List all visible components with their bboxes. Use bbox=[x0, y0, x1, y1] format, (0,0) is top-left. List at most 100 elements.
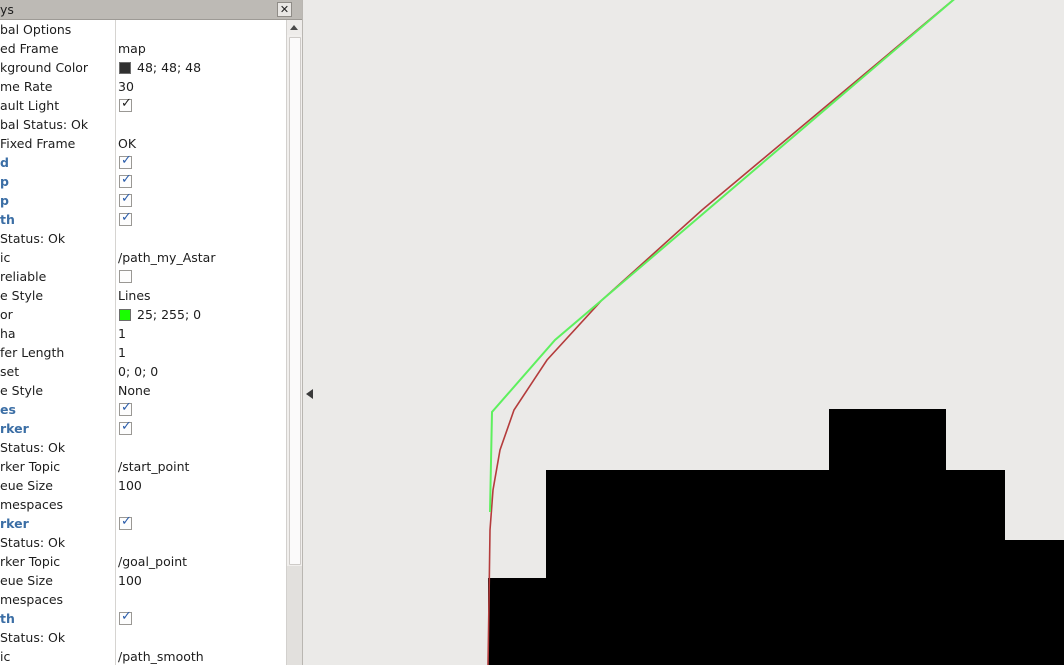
property-value: 1 bbox=[118, 345, 126, 360]
property-value: 100 bbox=[118, 478, 142, 493]
check-icon: ✓ bbox=[121, 191, 132, 206]
render-view-3d[interactable] bbox=[302, 0, 1064, 665]
property-name: es bbox=[0, 402, 16, 417]
property-name: d bbox=[0, 155, 9, 170]
property-name: mespaces bbox=[0, 497, 64, 512]
property-row[interactable]: es ✓ bbox=[0, 400, 286, 419]
property-value: 48; 48; 48 bbox=[137, 60, 202, 75]
property-row[interactable]: fer Length 1 bbox=[0, 343, 286, 362]
property-value: 0; 0; 0 bbox=[118, 364, 159, 379]
property-row[interactable]: ed Frame map bbox=[0, 39, 286, 58]
property-row[interactable]: p ✓ bbox=[0, 172, 286, 191]
property-row[interactable]: th ✓ bbox=[0, 609, 286, 628]
property-name: reliable bbox=[0, 269, 47, 284]
property-name: Status: Ok bbox=[0, 231, 66, 246]
property-name: Status: Ok bbox=[0, 440, 66, 455]
property-row[interactable]: bal Status: Ok bbox=[0, 115, 286, 134]
property-value: 25; 255; 0 bbox=[137, 307, 202, 322]
scrollbar-track[interactable] bbox=[287, 566, 302, 665]
property-row[interactable]: ic/path_my_Astar bbox=[0, 248, 286, 267]
property-name: Status: Ok bbox=[0, 535, 66, 550]
property-row[interactable]: th ✓ bbox=[0, 210, 286, 229]
scrollbar-thumb[interactable] bbox=[289, 37, 301, 565]
property-row[interactable]: ha 1 bbox=[0, 324, 286, 343]
property-name: bal Options bbox=[0, 22, 72, 37]
property-row[interactable]: d ✓ bbox=[0, 153, 286, 172]
check-icon: ✓ bbox=[121, 514, 132, 529]
property-row[interactable]: reliable bbox=[0, 267, 286, 286]
check-icon: ✓ bbox=[121, 172, 132, 187]
property-name: mespaces bbox=[0, 592, 64, 607]
property-checkbox[interactable]: ✓ bbox=[119, 419, 132, 435]
property-row[interactable]: ic/path_smooth bbox=[0, 647, 286, 665]
property-name: or bbox=[0, 307, 13, 322]
property-value: /goal_point bbox=[118, 554, 188, 569]
property-row[interactable]: rker ✓ bbox=[0, 419, 286, 438]
check-icon: ✓ bbox=[121, 210, 132, 225]
property-name: ha bbox=[0, 326, 16, 341]
property-checkbox[interactable]: ✓ bbox=[119, 401, 132, 416]
property-name: Fixed Frame bbox=[0, 136, 76, 151]
property-name: ic bbox=[0, 649, 11, 664]
color-swatch[interactable] bbox=[119, 62, 131, 74]
chevron-left-icon bbox=[306, 389, 313, 399]
property-row[interactable]: eue Size 100 bbox=[0, 476, 286, 495]
property-tree[interactable]: bal Options ed Frame map kground Color 48; 4… bbox=[0, 20, 286, 665]
property-row[interactable]: bal Options bbox=[0, 20, 286, 39]
property-row[interactable]: kground Color 48; 48; 48 bbox=[0, 58, 286, 77]
property-row[interactable]: Status: Ok bbox=[0, 229, 286, 248]
property-name: eue Size bbox=[0, 573, 53, 588]
property-value: None bbox=[118, 383, 151, 398]
property-value: 100 bbox=[118, 573, 142, 588]
check-icon: ✓ bbox=[121, 419, 132, 434]
property-row[interactable]: e Style None bbox=[0, 381, 286, 400]
property-tree-scrollbar[interactable] bbox=[286, 20, 302, 665]
scroll-up-triangle bbox=[290, 25, 298, 30]
property-checkbox[interactable]: ✓ bbox=[119, 210, 132, 226]
property-row[interactable]: rker Topic/goal_point bbox=[0, 552, 286, 571]
property-row[interactable]: or 25; 255; 0 bbox=[0, 305, 286, 324]
color-swatch[interactable] bbox=[119, 309, 131, 321]
property-name: me Rate bbox=[0, 79, 53, 94]
property-name: set bbox=[0, 364, 20, 379]
property-checkbox[interactable]: ✓ bbox=[119, 514, 132, 530]
property-row[interactable]: eue Size 100 bbox=[0, 571, 286, 590]
property-row[interactable]: mespaces bbox=[0, 495, 286, 514]
property-name: kground Color bbox=[0, 60, 89, 75]
obstacle-block-lower-left bbox=[488, 578, 546, 665]
property-name: e Style bbox=[0, 288, 44, 303]
property-name: rker Topic bbox=[0, 554, 61, 569]
obstacle-block-center bbox=[546, 470, 829, 665]
property-name: Status: Ok bbox=[0, 630, 66, 645]
property-name: eue Size bbox=[0, 478, 53, 493]
property-row[interactable]: rker Topic/start_point bbox=[0, 457, 286, 476]
property-row[interactable]: Status: Ok bbox=[0, 533, 286, 552]
property-checkbox[interactable]: ✓ bbox=[119, 97, 132, 112]
property-checkbox[interactable]: ✓ bbox=[119, 154, 132, 169]
property-value: OK bbox=[118, 136, 137, 151]
property-row[interactable]: e Style Lines bbox=[0, 286, 286, 305]
property-row[interactable]: me Rate 30 bbox=[0, 77, 286, 96]
panel-collapse-handle[interactable] bbox=[303, 0, 317, 665]
scroll-up-arrow-icon[interactable] bbox=[287, 20, 302, 35]
property-checkbox[interactable] bbox=[119, 270, 132, 283]
property-row[interactable]: p ✓ bbox=[0, 191, 286, 210]
property-row[interactable]: Status: Ok bbox=[0, 438, 286, 457]
close-icon[interactable]: ✕ bbox=[277, 2, 292, 17]
property-row[interactable]: Status: Ok bbox=[0, 628, 286, 647]
displays-panel-titlebar: ys ✕ bbox=[0, 0, 302, 20]
property-checkbox[interactable]: ✓ bbox=[119, 191, 132, 207]
property-row[interactable]: rker ✓ bbox=[0, 514, 286, 533]
property-name: th bbox=[0, 212, 15, 227]
rviz-window: ys ✕ bal Options ed Frame map kground Color… bbox=[0, 0, 1064, 665]
property-checkbox[interactable]: ✓ bbox=[119, 172, 132, 188]
property-row[interactable]: set 0; 0; 0 bbox=[0, 362, 286, 381]
property-row[interactable]: Fixed Frame OK bbox=[0, 134, 286, 153]
property-name: ault Light bbox=[0, 98, 60, 113]
property-name: ic bbox=[0, 250, 11, 265]
property-checkbox[interactable]: ✓ bbox=[119, 610, 132, 625]
property-row[interactable]: mespaces bbox=[0, 590, 286, 609]
property-value: map bbox=[118, 41, 146, 56]
property-row[interactable]: ault Light ✓ bbox=[0, 96, 286, 115]
render-view-canvas bbox=[302, 0, 1064, 665]
